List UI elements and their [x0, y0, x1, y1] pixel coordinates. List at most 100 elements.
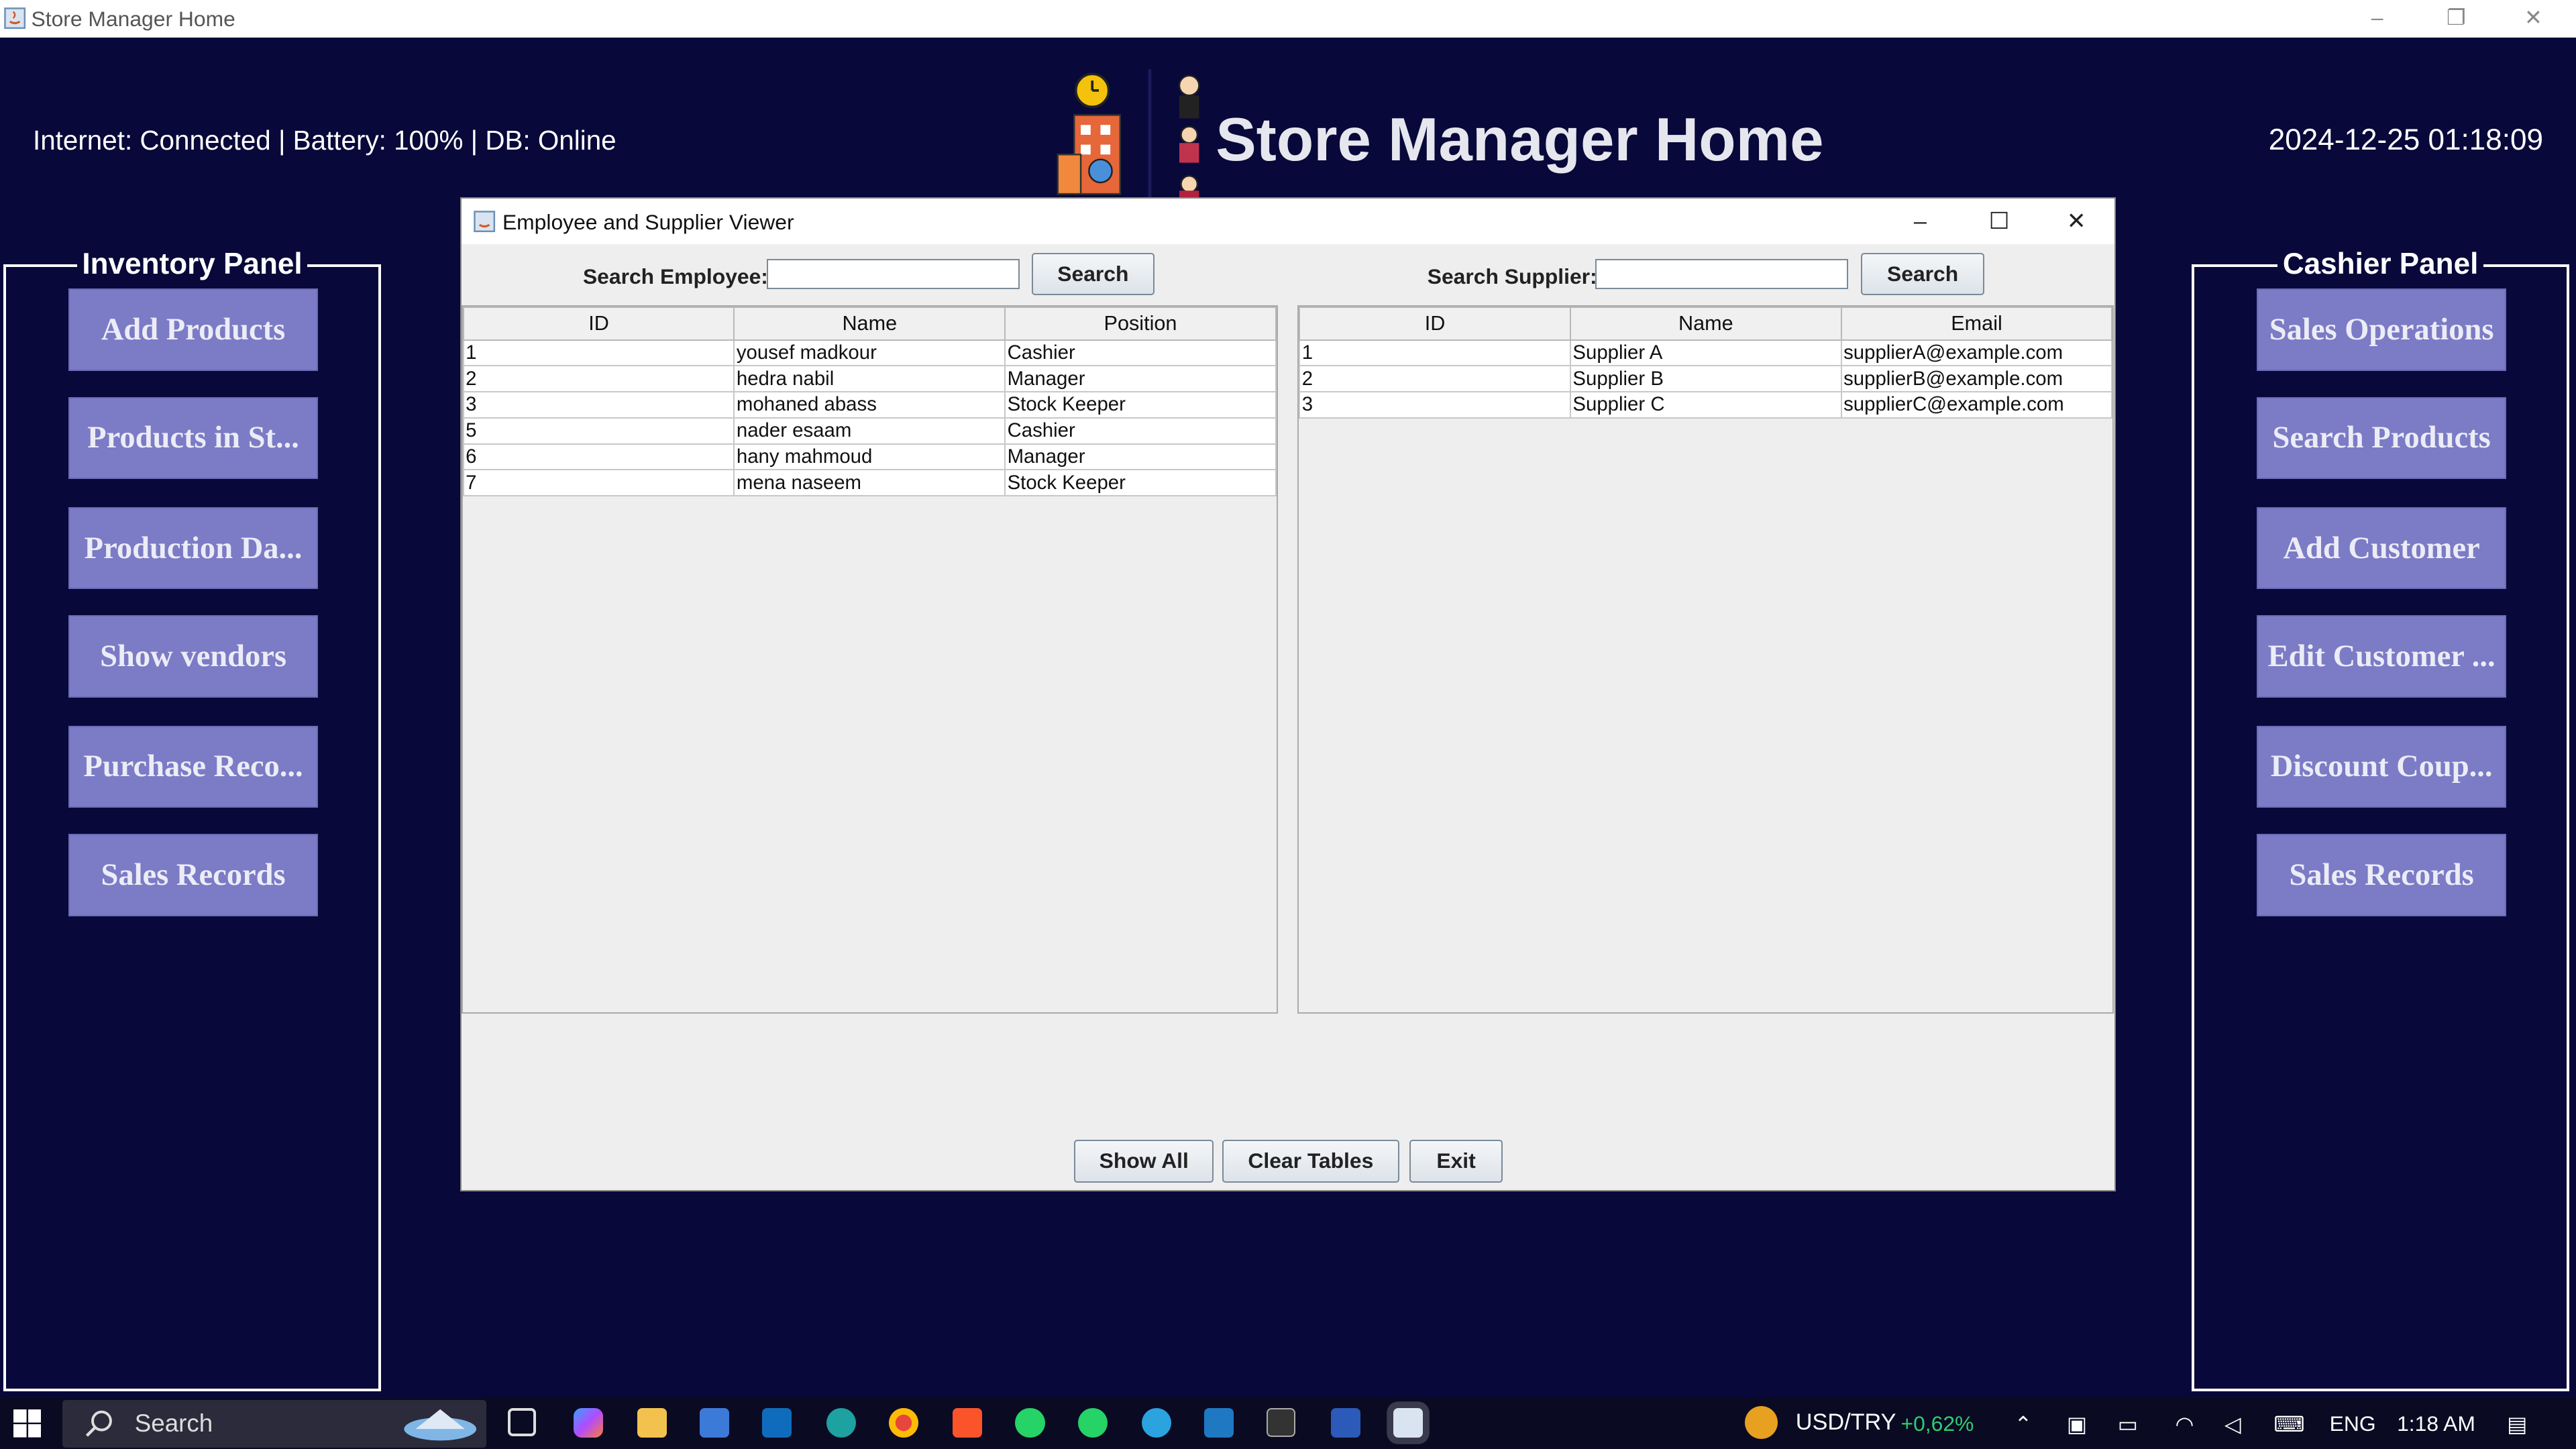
table-row[interactable]: 6 hany mahmoud Manager	[462, 443, 1277, 471]
column-header-name[interactable]: Name	[733, 307, 1006, 341]
table-row[interactable]: 3 mohaned abass Stock Keeper	[462, 391, 1277, 419]
employee-search-input[interactable]	[767, 259, 1020, 289]
taskbar-search-placeholder: Search	[134, 1409, 213, 1438]
employee-position-cell[interactable]: Cashier	[1004, 417, 1277, 445]
edge-browser-icon[interactable]	[826, 1407, 856, 1438]
column-header-name[interactable]: Name	[1569, 307, 1842, 341]
table-row[interactable]: 1 yousef madkour Cashier	[462, 339, 1277, 367]
copilot-icon[interactable]	[573, 1407, 603, 1438]
products-in-stock-button[interactable]: Products in St...	[68, 396, 319, 480]
employee-id-cell[interactable]: 7	[462, 469, 735, 496]
file-explorer-icon[interactable]	[637, 1407, 667, 1438]
notifications-icon[interactable]: ▤	[2507, 1411, 2527, 1437]
employee-id-cell[interactable]: 1	[462, 339, 735, 367]
employee-position-cell[interactable]: Stock Keeper	[1004, 469, 1277, 496]
camera-icon[interactable]: ▣	[2067, 1411, 2087, 1437]
supplier-name-cell[interactable]: Supplier A	[1569, 339, 1842, 367]
close-button[interactable]: ✕	[2496, 1, 2571, 34]
employee-position-cell[interactable]: Cashier	[1004, 339, 1277, 367]
table-row[interactable]: 2 Supplier B supplierB@example.com	[1299, 365, 2113, 393]
employee-name-cell[interactable]: mohaned abass	[733, 391, 1006, 419]
employee-name-cell[interactable]: mena naseem	[733, 469, 1006, 496]
add-customer-button[interactable]: Add Customer	[2257, 506, 2507, 590]
supplier-email-cell[interactable]: supplierB@example.com	[1840, 365, 2113, 393]
supplier-table[interactable]: ID Name Email 1 Supplier A supplierA@exa…	[1299, 307, 2113, 419]
show-all-button[interactable]: Show All	[1074, 1140, 1214, 1183]
column-header-email[interactable]: Email	[1840, 307, 2113, 341]
table-row[interactable]: 7 mena naseem Stock Keeper	[462, 469, 1277, 496]
volume-icon[interactable]: ◁	[2224, 1411, 2241, 1437]
network-icon[interactable]: ◠	[2175, 1411, 2194, 1437]
app-window-icon[interactable]	[1204, 1407, 1234, 1438]
windows-start-icon[interactable]	[13, 1409, 42, 1438]
supplier-email-cell[interactable]: supplierA@example.com	[1840, 339, 2113, 367]
supplier-search-input[interactable]	[1595, 259, 1848, 289]
search-products-button[interactable]: Search Products	[2257, 396, 2507, 480]
table-row[interactable]: 5 nader esaam Cashier	[462, 417, 1277, 445]
task-view-icon[interactable]	[507, 1407, 537, 1437]
employee-id-cell[interactable]: 3	[462, 391, 735, 419]
add-products-button[interactable]: Add Products	[68, 288, 319, 371]
dialog-minimize-button[interactable]: –	[1896, 205, 1945, 238]
production-data-button[interactable]: Production Da...	[68, 506, 319, 590]
supplier-id-cell[interactable]: 3	[1299, 391, 1571, 419]
employee-id-cell[interactable]: 2	[462, 365, 735, 393]
whatsapp-business-icon[interactable]	[1077, 1407, 1108, 1438]
sales-operations-button[interactable]: Sales Operations	[2257, 288, 2507, 371]
purchase-records-button[interactable]: Purchase Reco...	[68, 725, 319, 808]
supplier-name-cell[interactable]: Supplier B	[1569, 365, 1842, 393]
outlook-icon[interactable]	[762, 1407, 792, 1438]
supplier-name-cell[interactable]: Supplier C	[1569, 391, 1842, 419]
ticker-symbol[interactable]: USD/TRY	[1796, 1409, 1896, 1436]
keyboard-icon[interactable]: ⌨	[2273, 1411, 2304, 1437]
discount-coupons-button[interactable]: Discount Coup...	[2257, 725, 2507, 808]
employee-name-cell[interactable]: hany mahmoud	[733, 443, 1006, 471]
chevron-up-icon[interactable]: ⌃	[2014, 1411, 2032, 1437]
dsd-app-icon[interactable]	[1267, 1407, 1296, 1437]
supplier-table-area[interactable]: ID Name Email 1 Supplier A supplierA@exa…	[1297, 305, 2114, 1014]
cashier-sales-records-button[interactable]: Sales Records	[2257, 834, 2507, 916]
employee-search-button[interactable]: Search	[1031, 252, 1155, 296]
employee-name-cell[interactable]: yousef madkour	[733, 339, 1006, 367]
employee-id-cell[interactable]: 6	[462, 443, 735, 471]
battery-icon[interactable]: ▭	[2118, 1411, 2138, 1437]
clear-tables-button[interactable]: Clear Tables	[1222, 1140, 1400, 1183]
table-row[interactable]: 3 Supplier C supplierC@example.com	[1299, 391, 2113, 419]
chrome-icon[interactable]	[888, 1407, 918, 1438]
telegram-icon[interactable]	[1142, 1407, 1172, 1438]
column-header-id[interactable]: ID	[462, 307, 735, 341]
supplier-email-cell[interactable]: supplierC@example.com	[1840, 391, 2113, 419]
employee-name-cell[interactable]: hedra nabil	[733, 365, 1006, 393]
whatsapp-icon[interactable]	[1015, 1407, 1045, 1438]
employee-position-cell[interactable]: Stock Keeper	[1004, 391, 1277, 419]
language-indicator[interactable]: ENG	[2330, 1411, 2376, 1436]
edit-customer-button[interactable]: Edit Customer ...	[2257, 615, 2507, 698]
taskbar-search-box[interactable]: Search	[62, 1399, 486, 1448]
employee-id-cell[interactable]: 5	[462, 417, 735, 445]
supplier-id-cell[interactable]: 1	[1299, 339, 1571, 367]
table-row[interactable]: 2 hedra nabil Manager	[462, 365, 1277, 393]
supplier-id-cell[interactable]: 2	[1299, 365, 1571, 393]
minimize-button[interactable]: –	[2339, 1, 2415, 34]
supplier-search-button[interactable]: Search	[1861, 252, 1984, 296]
show-vendors-button[interactable]: Show vendors	[68, 615, 319, 698]
employee-position-cell[interactable]: Manager	[1004, 443, 1277, 471]
employee-table[interactable]: ID Name Position 1 yousef madkour Cashie…	[462, 307, 1277, 496]
restore-button[interactable]: ❐	[2418, 1, 2494, 34]
employee-name-cell[interactable]: nader esaam	[733, 417, 1006, 445]
microsoft-store-icon[interactable]	[700, 1407, 730, 1438]
inventory-sales-records-button[interactable]: Sales Records	[68, 834, 319, 916]
brave-browser-icon[interactable]	[953, 1407, 983, 1438]
employee-position-cell[interactable]: Manager	[1004, 365, 1277, 393]
dialog-close-button[interactable]: ✕	[2051, 205, 2100, 238]
java-app-taskbar-icon[interactable]	[1393, 1407, 1423, 1438]
column-header-id[interactable]: ID	[1299, 307, 1571, 341]
ticker-change[interactable]: +0,62%	[1900, 1411, 1974, 1436]
table-row[interactable]: 1 Supplier A supplierA@example.com	[1299, 339, 2113, 367]
microsoft-word-icon[interactable]	[1330, 1407, 1360, 1438]
taskbar-clock[interactable]: 1:18 AM	[2397, 1411, 2475, 1436]
exit-button[interactable]: Exit	[1409, 1140, 1503, 1183]
dialog-maximize-button[interactable]: ☐	[1974, 205, 2023, 238]
employee-table-area[interactable]: ID Name Position 1 yousef madkour Cashie…	[461, 305, 1278, 1014]
column-header-position[interactable]: Position	[1004, 307, 1277, 341]
